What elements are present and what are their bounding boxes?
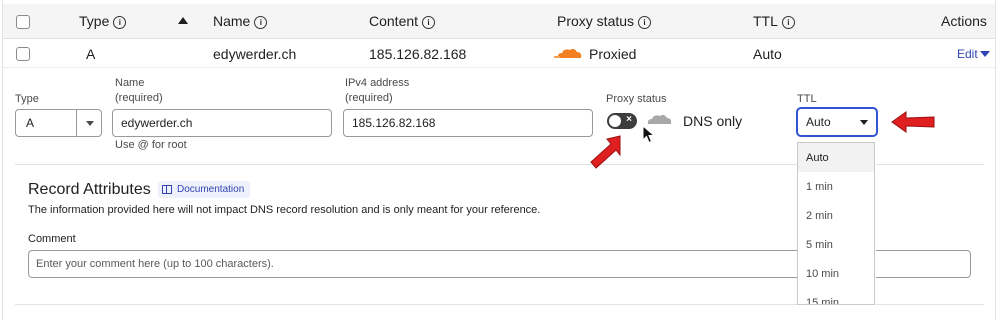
header-proxy-status[interactable]: Proxy status i: [557, 13, 652, 29]
proxy-status-text: DNS only: [683, 113, 743, 129]
select-divider: [76, 110, 77, 136]
row-divider: [3, 67, 995, 68]
dns-only-cloud-icon: [647, 114, 672, 124]
type-select[interactable]: A: [15, 109, 102, 137]
header-type[interactable]: Type i: [79, 13, 127, 29]
comment-input-edge: [876, 250, 971, 278]
toggle-off-icon: ×: [626, 114, 632, 125]
section-divider: [15, 164, 797, 165]
record-ttl: Auto: [753, 46, 782, 62]
ttl-option[interactable]: 2 min: [806, 210, 833, 222]
book-icon: [162, 185, 172, 194]
record-content: 185.126.82.168: [369, 46, 467, 62]
ttl-select-value: Auto: [806, 115, 831, 129]
proxy-status-label: Proxy status: [606, 93, 667, 105]
type-select-value: A: [26, 116, 35, 130]
header-name[interactable]: Name i: [213, 13, 268, 29]
edit-link[interactable]: Edit: [957, 47, 990, 61]
info-icon: i: [113, 16, 127, 29]
documentation-link[interactable]: Documentation: [158, 181, 251, 198]
info-icon: i: [781, 16, 795, 29]
name-label: Name (required): [115, 77, 163, 104]
annotation-arrow-icon: [891, 111, 935, 133]
comment-input[interactable]: Enter your comment here (up to 100 chara…: [28, 250, 797, 278]
select-all-checkbox[interactable]: [16, 15, 30, 29]
mouse-cursor-icon: [642, 125, 656, 144]
chevron-down-icon: [860, 120, 868, 125]
header-content[interactable]: Content i: [369, 13, 436, 29]
record-attributes-description: The information provided here will not i…: [28, 204, 541, 216]
section-divider: [876, 164, 984, 165]
section-divider: [876, 304, 984, 305]
record-type: A: [86, 46, 96, 62]
ipv4-label: IPv4 address (required): [345, 77, 410, 104]
documentation-link-label: Documentation: [177, 184, 245, 195]
ttl-option[interactable]: Auto: [806, 152, 829, 164]
header-actions: Actions: [941, 13, 987, 29]
record-name: edywerder.ch: [213, 46, 297, 62]
table-header: [3, 4, 995, 39]
chevron-down-icon: [979, 51, 990, 57]
info-icon: i: [254, 16, 268, 29]
toggle-knob: [609, 115, 621, 127]
ipv4-input[interactable]: 185.126.82.168: [343, 109, 593, 137]
annotation-arrow-icon: [590, 135, 621, 169]
type-label: Type: [15, 93, 39, 105]
ttl-label: TTL: [797, 93, 817, 105]
proxy-status-toggle[interactable]: ×: [607, 113, 637, 129]
ttl-dropdown-menu: Auto 1 min 2 min 5 min 10 min 15 min: [797, 142, 875, 305]
info-icon: i: [638, 16, 652, 29]
header-ttl[interactable]: TTL i: [753, 13, 795, 29]
record-attributes-title: Record Attributes: [28, 181, 151, 198]
proxied-cloud-icon: [554, 48, 582, 58]
comment-label: Comment: [28, 233, 76, 245]
sort-ascending-icon[interactable]: [178, 17, 188, 24]
ttl-option[interactable]: 15 min: [806, 297, 839, 304]
chevron-down-icon: [86, 121, 94, 126]
name-hint: Use @ for root: [115, 139, 187, 151]
ttl-select[interactable]: Auto: [796, 107, 878, 137]
ttl-option[interactable]: 10 min: [806, 268, 839, 280]
record-proxy-status: Proxied: [589, 46, 637, 62]
ttl-option[interactable]: 1 min: [806, 181, 833, 193]
ttl-option[interactable]: 5 min: [806, 239, 833, 251]
info-icon: i: [422, 16, 436, 29]
row-checkbox[interactable]: [16, 47, 30, 61]
section-divider: [15, 304, 797, 305]
name-input[interactable]: edywerder.ch: [112, 109, 332, 137]
